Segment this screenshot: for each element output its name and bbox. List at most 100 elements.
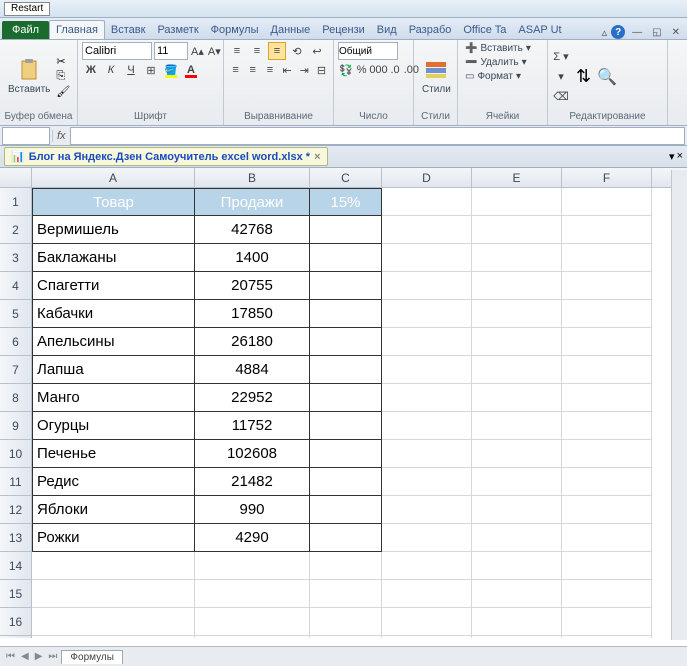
underline-button[interactable]: Ч bbox=[122, 61, 140, 79]
cell[interactable]: 21482 bbox=[195, 468, 310, 496]
delete-cells-button[interactable]: ➖Удалить ▾ bbox=[462, 56, 543, 69]
sheet-nav-prev-icon[interactable]: ◀ bbox=[19, 651, 31, 662]
cell[interactable] bbox=[195, 552, 310, 580]
cell[interactable] bbox=[310, 412, 382, 440]
cell[interactable] bbox=[195, 636, 310, 638]
row-header[interactable]: 16 bbox=[0, 608, 32, 636]
row-header[interactable]: 11 bbox=[0, 468, 32, 496]
cell[interactable] bbox=[382, 300, 472, 328]
cell[interactable] bbox=[472, 552, 562, 580]
cell[interactable] bbox=[310, 328, 382, 356]
cell[interactable] bbox=[310, 524, 382, 552]
italic-button[interactable]: К bbox=[102, 61, 120, 79]
font-color-button[interactable]: A bbox=[182, 61, 200, 79]
cell[interactable]: Яблоки bbox=[32, 496, 195, 524]
cell[interactable] bbox=[382, 188, 472, 216]
cell[interactable]: 11752 bbox=[195, 412, 310, 440]
row-header[interactable]: 1 bbox=[0, 188, 32, 216]
select-all-corner[interactable] bbox=[0, 168, 32, 187]
tab-close-icon[interactable]: × bbox=[677, 150, 683, 163]
cells-area[interactable]: ТоварПродажи15%Вермишель42768Баклажаны14… bbox=[32, 188, 687, 638]
column-header[interactable]: E bbox=[472, 168, 562, 187]
window-minimize-icon[interactable]: — bbox=[629, 27, 645, 38]
cell[interactable] bbox=[310, 272, 382, 300]
cell[interactable]: 22952 bbox=[195, 384, 310, 412]
cell[interactable] bbox=[382, 580, 472, 608]
cell[interactable]: Кабачки bbox=[32, 300, 195, 328]
cell[interactable]: Апельсины bbox=[32, 328, 195, 356]
align-bottom-icon[interactable]: ≡ bbox=[268, 42, 286, 60]
align-left-icon[interactable]: ≡ bbox=[228, 61, 243, 79]
fx-icon[interactable]: fx bbox=[52, 130, 70, 142]
tab-view[interactable]: Вид bbox=[371, 21, 403, 39]
cell[interactable] bbox=[195, 580, 310, 608]
sheet-nav-first-icon[interactable]: ⏮ bbox=[4, 651, 17, 662]
close-tab-icon[interactable]: × bbox=[314, 151, 320, 163]
formula-input[interactable] bbox=[70, 127, 685, 145]
cell[interactable]: 15% bbox=[310, 188, 382, 216]
increase-indent-icon[interactable]: ⇥ bbox=[297, 61, 312, 79]
cell[interactable] bbox=[382, 440, 472, 468]
format-cells-button[interactable]: ▭Формат ▾ bbox=[462, 70, 543, 83]
cell[interactable] bbox=[562, 496, 652, 524]
cell[interactable] bbox=[472, 216, 562, 244]
document-tab[interactable]: 📊 Блог на Яндекс.Дзен Самоучитель excel … bbox=[4, 147, 328, 166]
row-header[interactable]: 2 bbox=[0, 216, 32, 244]
cell[interactable]: 26180 bbox=[195, 328, 310, 356]
window-close-icon[interactable]: ✕ bbox=[669, 27, 683, 38]
cell[interactable] bbox=[562, 468, 652, 496]
cell[interactable] bbox=[562, 356, 652, 384]
tab-formulas[interactable]: Формулы bbox=[205, 21, 265, 39]
tab-options-icon[interactable]: ▾ bbox=[669, 150, 675, 163]
cell[interactable] bbox=[472, 524, 562, 552]
tab-asap[interactable]: ASAP Ut bbox=[512, 21, 567, 39]
font-name-select[interactable] bbox=[82, 42, 152, 60]
sheet-tab[interactable]: Формулы bbox=[61, 650, 123, 664]
vertical-scrollbar[interactable] bbox=[671, 170, 687, 640]
cell[interactable] bbox=[472, 188, 562, 216]
find-icon[interactable]: 🔍 bbox=[597, 67, 617, 87]
tab-layout[interactable]: Разметк bbox=[151, 21, 204, 39]
bold-button[interactable]: Ж bbox=[82, 61, 100, 79]
align-top-icon[interactable]: ≡ bbox=[228, 42, 246, 60]
cell[interactable] bbox=[472, 468, 562, 496]
row-header[interactable]: 15 bbox=[0, 580, 32, 608]
row-header[interactable]: 4 bbox=[0, 272, 32, 300]
paste-button[interactable]: Вставить bbox=[4, 56, 54, 97]
cell[interactable] bbox=[562, 636, 652, 638]
cell[interactable] bbox=[382, 552, 472, 580]
cell[interactable] bbox=[382, 356, 472, 384]
cell[interactable] bbox=[32, 552, 195, 580]
cell[interactable]: Рожки bbox=[32, 524, 195, 552]
cell[interactable]: Баклажаны bbox=[32, 244, 195, 272]
clear-icon[interactable]: ⌫ bbox=[552, 88, 570, 106]
sheet-nav-next-icon[interactable]: ▶ bbox=[33, 651, 45, 662]
cell[interactable]: Редис bbox=[32, 468, 195, 496]
cell[interactable] bbox=[382, 216, 472, 244]
row-header[interactable]: 14 bbox=[0, 552, 32, 580]
styles-button[interactable]: Стили bbox=[418, 56, 455, 97]
sort-filter-icon[interactable]: ⇅ bbox=[576, 66, 591, 87]
tab-developer[interactable]: Разрабо bbox=[403, 21, 458, 39]
row-header[interactable]: 10 bbox=[0, 440, 32, 468]
cell[interactable] bbox=[562, 188, 652, 216]
cell[interactable]: 102608 bbox=[195, 440, 310, 468]
sheet-nav-last-icon[interactable]: ⏭ bbox=[46, 651, 59, 662]
cell[interactable]: 4290 bbox=[195, 524, 310, 552]
cell[interactable] bbox=[382, 244, 472, 272]
number-format-select[interactable] bbox=[338, 42, 398, 60]
cell[interactable] bbox=[310, 356, 382, 384]
name-box[interactable] bbox=[2, 127, 50, 145]
font-size-select[interactable] bbox=[154, 42, 188, 60]
column-header[interactable]: D bbox=[382, 168, 472, 187]
cell[interactable]: Огурцы bbox=[32, 412, 195, 440]
row-header[interactable]: 7 bbox=[0, 356, 32, 384]
cell[interactable] bbox=[310, 300, 382, 328]
cell[interactable]: 1400 bbox=[195, 244, 310, 272]
cell[interactable] bbox=[562, 384, 652, 412]
cell[interactable] bbox=[310, 636, 382, 638]
cell[interactable] bbox=[472, 580, 562, 608]
cell[interactable] bbox=[562, 608, 652, 636]
format-painter-icon[interactable]: 🖌 bbox=[56, 85, 70, 98]
column-header[interactable]: B bbox=[195, 168, 310, 187]
